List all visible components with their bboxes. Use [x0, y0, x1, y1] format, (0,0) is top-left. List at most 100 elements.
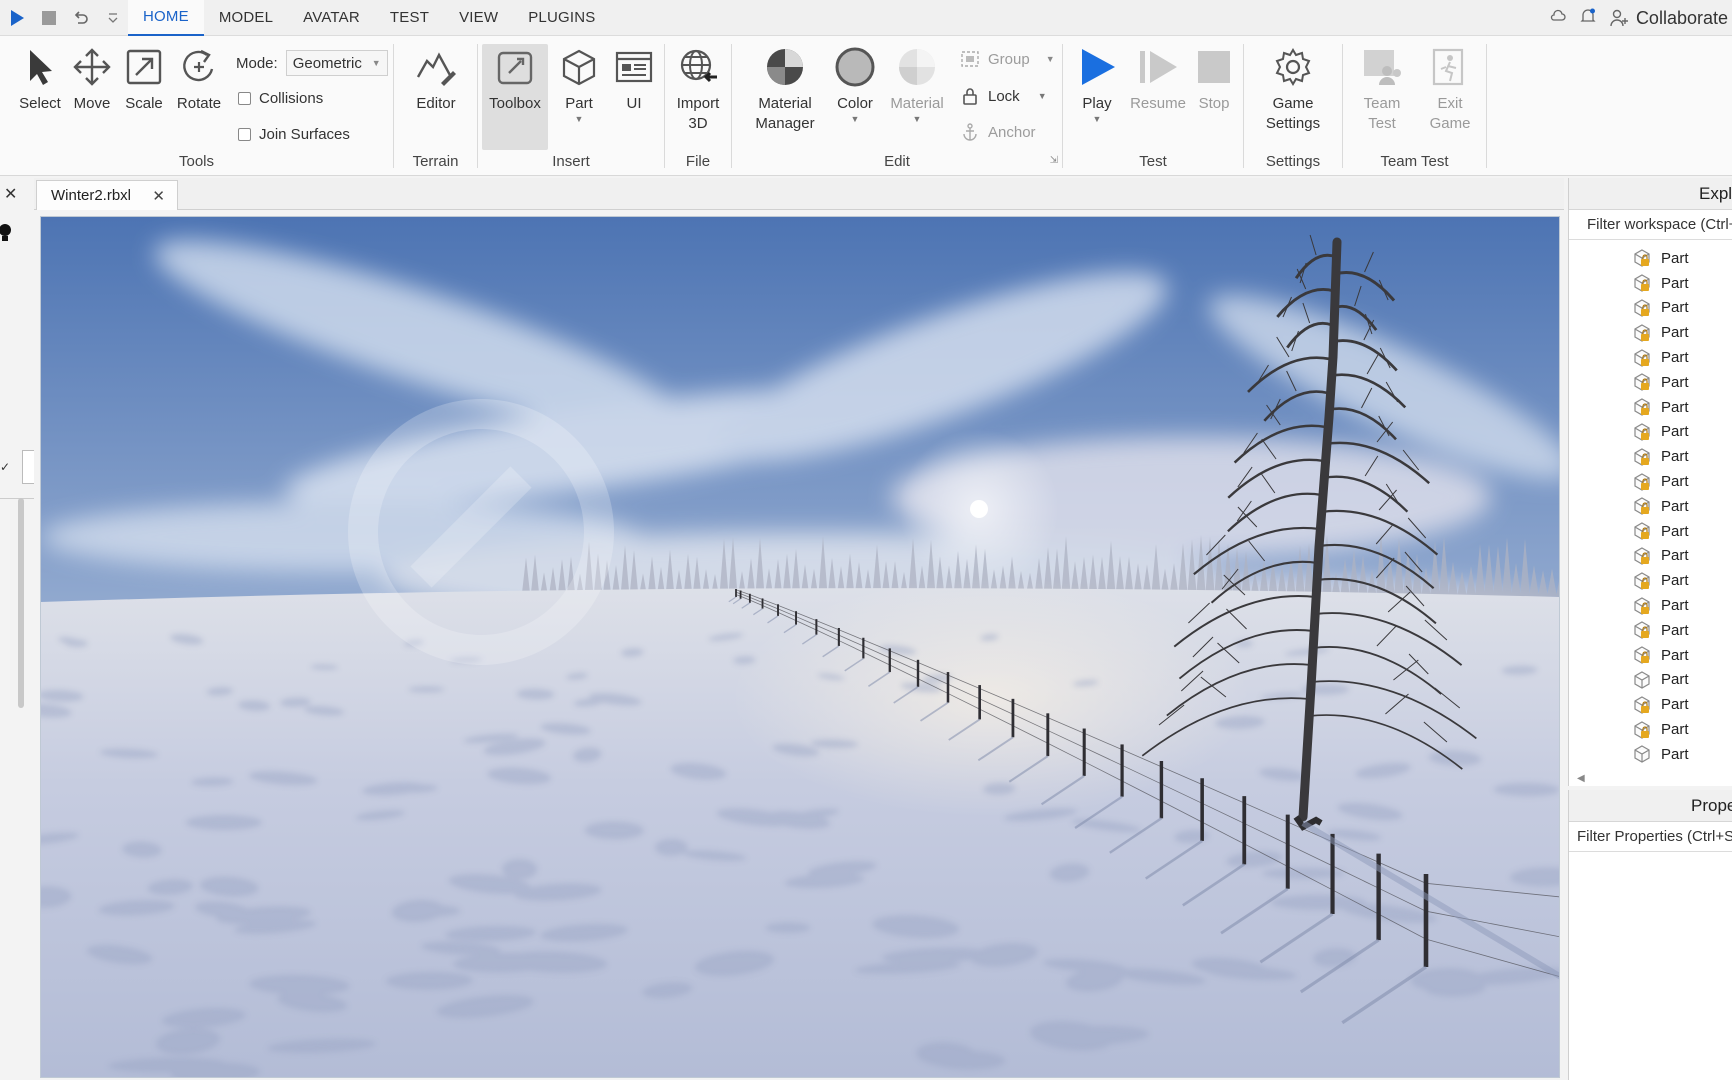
team-test-button[interactable]: Team Test	[1351, 44, 1413, 135]
material-manager-icon	[764, 46, 806, 88]
collaborate-button[interactable]: Collaborate	[1610, 8, 1728, 29]
part-button[interactable]: Part ▼	[552, 44, 606, 124]
material-manager-button[interactable]: Material Manager	[746, 44, 824, 135]
group-button[interactable]: Group ▼	[960, 50, 1055, 68]
3d-viewport[interactable]	[40, 216, 1560, 1078]
explorer-item-part[interactable]: Part	[1569, 668, 1732, 693]
explorer-item-part[interactable]: Part	[1569, 692, 1732, 717]
left-panel-input[interactable]	[22, 450, 34, 484]
tab-home[interactable]: HOME	[128, 0, 204, 36]
tab-plugins[interactable]: PLUGINS	[513, 0, 610, 36]
toolbox-button[interactable]: Toolbox	[482, 44, 548, 150]
explorer-item-part[interactable]: Part	[1569, 618, 1732, 643]
explorer-filter-bar[interactable]: Filter workspace (Ctrl+Shift+X)	[1569, 210, 1732, 240]
rotate-tool-button[interactable]: Rotate	[170, 44, 228, 114]
locked-part-icon	[1634, 646, 1650, 664]
explorer-item-part[interactable]: Part	[1569, 345, 1732, 370]
exit-game-icon	[1429, 46, 1471, 88]
material-button[interactable]: Material ▼	[882, 44, 952, 124]
terrain-editor-button[interactable]: Editor	[404, 44, 468, 114]
tab-test[interactable]: TEST	[375, 0, 444, 36]
explorer-item-label: Part	[1661, 448, 1689, 466]
chevron-down-icon: ▼	[850, 114, 860, 125]
collisions-row[interactable]: Collisions	[238, 90, 323, 107]
rotate-label: Rotate	[176, 95, 222, 112]
explorer-item-part[interactable]: Part	[1569, 742, 1732, 767]
mode-dropdown[interactable]: Geometric ▼	[285, 50, 388, 76]
join-surfaces-row[interactable]: Join Surfaces	[238, 126, 350, 143]
play-button[interactable]: Play ▼	[1069, 44, 1125, 124]
explorer-filter-input[interactable]: Filter workspace (Ctrl+Shift+X)	[1587, 216, 1732, 233]
scale-tool-button[interactable]: Scale	[118, 44, 170, 114]
color-swatch-icon	[834, 46, 876, 88]
close-icon[interactable]: ✕	[152, 187, 165, 205]
select-tool-button[interactable]: Select	[12, 44, 68, 114]
explorer-item-part[interactable]: Part	[1569, 395, 1732, 420]
explorer-item-part[interactable]: Part	[1569, 568, 1732, 593]
explorer-item-part[interactable]: Part	[1569, 519, 1732, 544]
group-label: Group	[988, 50, 1030, 68]
stop-button[interactable]: Stop	[1189, 44, 1239, 114]
tab-view[interactable]: VIEW	[444, 0, 513, 36]
properties-title: Properties	[1691, 795, 1732, 815]
game-settings-label-line1: Game	[1272, 95, 1314, 112]
explorer-item-part[interactable]: Part	[1569, 444, 1732, 469]
material-sphere-icon	[896, 46, 938, 88]
play-icon[interactable]	[6, 7, 28, 29]
team-test-icon	[1361, 46, 1403, 88]
left-dock-strip: ✕ ✓	[0, 178, 34, 1080]
lock-button[interactable]: Lock ▼	[960, 86, 1047, 106]
explorer-item-part[interactable]: Part	[1569, 494, 1732, 519]
color-button[interactable]: Color ▼	[826, 44, 884, 124]
tab-avatar[interactable]: AVATAR	[288, 0, 375, 36]
explorer-item-part[interactable]: Part	[1569, 643, 1732, 668]
team-test-group: Team Test Exit Game Team Test	[1343, 40, 1486, 172]
tab-model[interactable]: MODEL	[204, 0, 288, 36]
locked-part-icon	[1634, 373, 1650, 392]
explorer-item-part[interactable]: Part	[1569, 544, 1732, 569]
explorer-item-part[interactable]: Part	[1569, 296, 1732, 321]
explorer-item-part[interactable]: Part	[1569, 469, 1732, 494]
properties-filter-input[interactable]: Filter Properties (Ctrl+Shift+P)	[1569, 822, 1732, 852]
lightbulb-icon[interactable]	[0, 222, 14, 249]
collisions-checkbox[interactable]	[238, 92, 251, 105]
gear-icon	[1272, 46, 1314, 88]
cloud-icon[interactable]	[1550, 9, 1566, 27]
expand-dialog-icon[interactable]: ⇲	[1050, 155, 1058, 166]
anchor-button[interactable]: Anchor	[960, 122, 1036, 142]
undo-icon[interactable]	[70, 7, 92, 29]
explorer-item-label: Part	[1661, 274, 1689, 292]
stop-icon[interactable]	[38, 7, 60, 29]
exit-game-button[interactable]: Exit Game	[1419, 44, 1481, 135]
notification-bell-icon[interactable]	[1580, 7, 1596, 29]
close-icon[interactable]: ✕	[4, 184, 17, 204]
explorer-item-part[interactable]: Part	[1569, 320, 1732, 345]
quick-access-toolbar	[0, 7, 128, 29]
locked-part-icon	[1634, 547, 1650, 565]
customize-icon[interactable]	[102, 7, 124, 29]
ui-button[interactable]: UI	[608, 44, 660, 114]
move-tool-button[interactable]: Move	[66, 44, 118, 114]
part-cube-icon	[558, 46, 600, 88]
tab-winter2[interactable]: Winter2.rbxl ✕	[36, 180, 178, 210]
resume-button[interactable]: Resume	[1127, 44, 1189, 114]
explorer-item-part[interactable]: Part	[1569, 420, 1732, 445]
material-manager-label-line2: Manager	[755, 115, 815, 133]
material-label: Material	[890, 95, 944, 112]
explorer-item-part[interactable]: Part	[1569, 271, 1732, 296]
edit-icon[interactable]: ✓	[0, 460, 10, 474]
collaborate-icon	[1610, 9, 1628, 27]
explorer-item-part[interactable]: Part	[1569, 717, 1732, 742]
color-label: Color	[837, 95, 873, 112]
game-settings-button[interactable]: Game Settings	[1252, 44, 1334, 135]
chevron-down-icon: ▼	[912, 114, 922, 125]
join-surfaces-checkbox[interactable]	[238, 128, 251, 141]
explorer-item-part[interactable]: Part	[1569, 370, 1732, 395]
scroll-left-icon[interactable]: ◀	[1577, 773, 1585, 784]
explorer-item-part[interactable]: Part	[1569, 246, 1732, 271]
explorer-item-part[interactable]: Part	[1569, 593, 1732, 618]
rotate-icon	[178, 46, 220, 88]
explorer-item-label: Part	[1661, 646, 1689, 664]
import-3d-button[interactable]: Import 3D	[669, 44, 727, 135]
left-scrollbar[interactable]	[18, 498, 24, 708]
